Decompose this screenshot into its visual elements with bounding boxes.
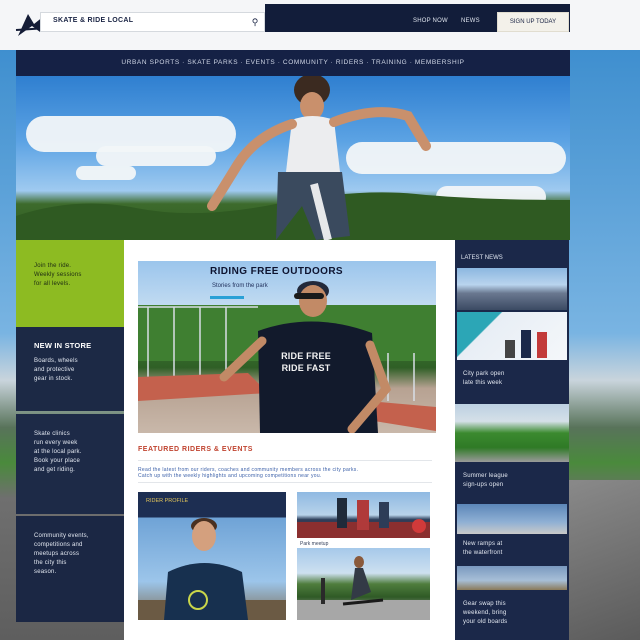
event-card-meetup[interactable] bbox=[297, 492, 430, 538]
promo-card-title: NEW IN STORE bbox=[34, 341, 92, 350]
divider bbox=[138, 460, 432, 461]
meetup-illustration bbox=[297, 498, 430, 538]
news-image-waterfront[interactable] bbox=[457, 504, 567, 534]
article-subtitle: Stories from the park bbox=[212, 283, 268, 289]
event-card-downhill[interactable] bbox=[297, 548, 430, 620]
hero-banner bbox=[16, 76, 570, 240]
news-sidebar-heading: LATEST NEWS bbox=[461, 255, 503, 261]
news-item[interactable]: City park open late this week bbox=[457, 362, 567, 402]
promo-card-text: Community events, competitions and meetu… bbox=[34, 533, 89, 575]
section-heading: FEATURED RIDERS & EVENTS bbox=[138, 446, 253, 453]
promo-card-clinics[interactable]: Skate clinics run every week at the loca… bbox=[16, 414, 124, 514]
news-image-riders[interactable] bbox=[457, 312, 567, 360]
article-intro-line[interactable]: Catch up with the weekly highlights and … bbox=[138, 473, 432, 479]
news-item[interactable]: Gear swap this weekend, bring your old b… bbox=[457, 590, 567, 640]
promo-card-lime[interactable]: Join the ride. Weekly sessions for all l… bbox=[16, 240, 124, 327]
downhill-illustration bbox=[297, 556, 430, 620]
promo-card-events[interactable]: Community events, competitions and meetu… bbox=[16, 516, 124, 622]
news-item-text: Summer league sign-ups open bbox=[463, 473, 508, 488]
promo-card-store[interactable]: NEW IN STORE Boards, wheels and protecti… bbox=[16, 327, 124, 411]
news-image-street[interactable] bbox=[457, 566, 567, 590]
category-strip: URBAN SPORTS · SKATE PARKS · EVENTS · CO… bbox=[16, 50, 570, 76]
article-subtitle-underline bbox=[210, 296, 244, 299]
article-rider-illustration bbox=[138, 281, 436, 433]
search-icon[interactable]: ⚲ bbox=[249, 16, 261, 28]
category-strip-text[interactable]: URBAN SPORTS · SKATE PARKS · EVENTS · CO… bbox=[16, 59, 570, 66]
article-hero-image[interactable] bbox=[138, 261, 436, 433]
nav-link-news[interactable]: NEWS bbox=[461, 18, 480, 24]
news-image-park[interactable] bbox=[455, 404, 569, 462]
divider bbox=[138, 482, 432, 483]
rider-profile-label: RIDER PROFILE bbox=[146, 498, 189, 504]
riders-illustration bbox=[505, 330, 547, 358]
promo-card-text: Boards, wheels and protective gear in st… bbox=[34, 358, 78, 382]
promo-card-text: Skate clinics run every week at the loca… bbox=[34, 431, 82, 473]
search-text: SKATE & RIDE LOCAL bbox=[53, 17, 134, 24]
nav-link-shop[interactable]: SHOP NOW bbox=[413, 18, 448, 24]
shirt-print: RIDE FREE RIDE FAST bbox=[281, 351, 331, 373]
news-item-text: Gear swap this weekend, bring your old b… bbox=[463, 601, 508, 625]
news-item-text: New ramps at the waterfront bbox=[463, 541, 503, 556]
background-road bbox=[560, 480, 640, 640]
signup-button[interactable]: SIGN UP TODAY bbox=[497, 12, 569, 32]
rider-profile-card[interactable] bbox=[138, 492, 286, 620]
news-item[interactable]: New ramps at the waterfront bbox=[457, 534, 567, 566]
hero-rider-illustration bbox=[16, 76, 570, 240]
news-item[interactable]: Summer league sign-ups open bbox=[457, 464, 567, 504]
news-item-text: City park open late this week bbox=[463, 371, 505, 386]
article-title: RIDING FREE OUTDOORS bbox=[210, 266, 344, 277]
search-input[interactable]: SKATE & RIDE LOCAL ⚲ bbox=[40, 12, 265, 32]
news-image-skyline[interactable] bbox=[457, 268, 567, 310]
promo-card-text: Join the ride. Weekly sessions for all l… bbox=[34, 263, 82, 287]
rider-profile-illustration bbox=[138, 518, 286, 620]
meetup-caption: Park meetup bbox=[300, 541, 329, 547]
